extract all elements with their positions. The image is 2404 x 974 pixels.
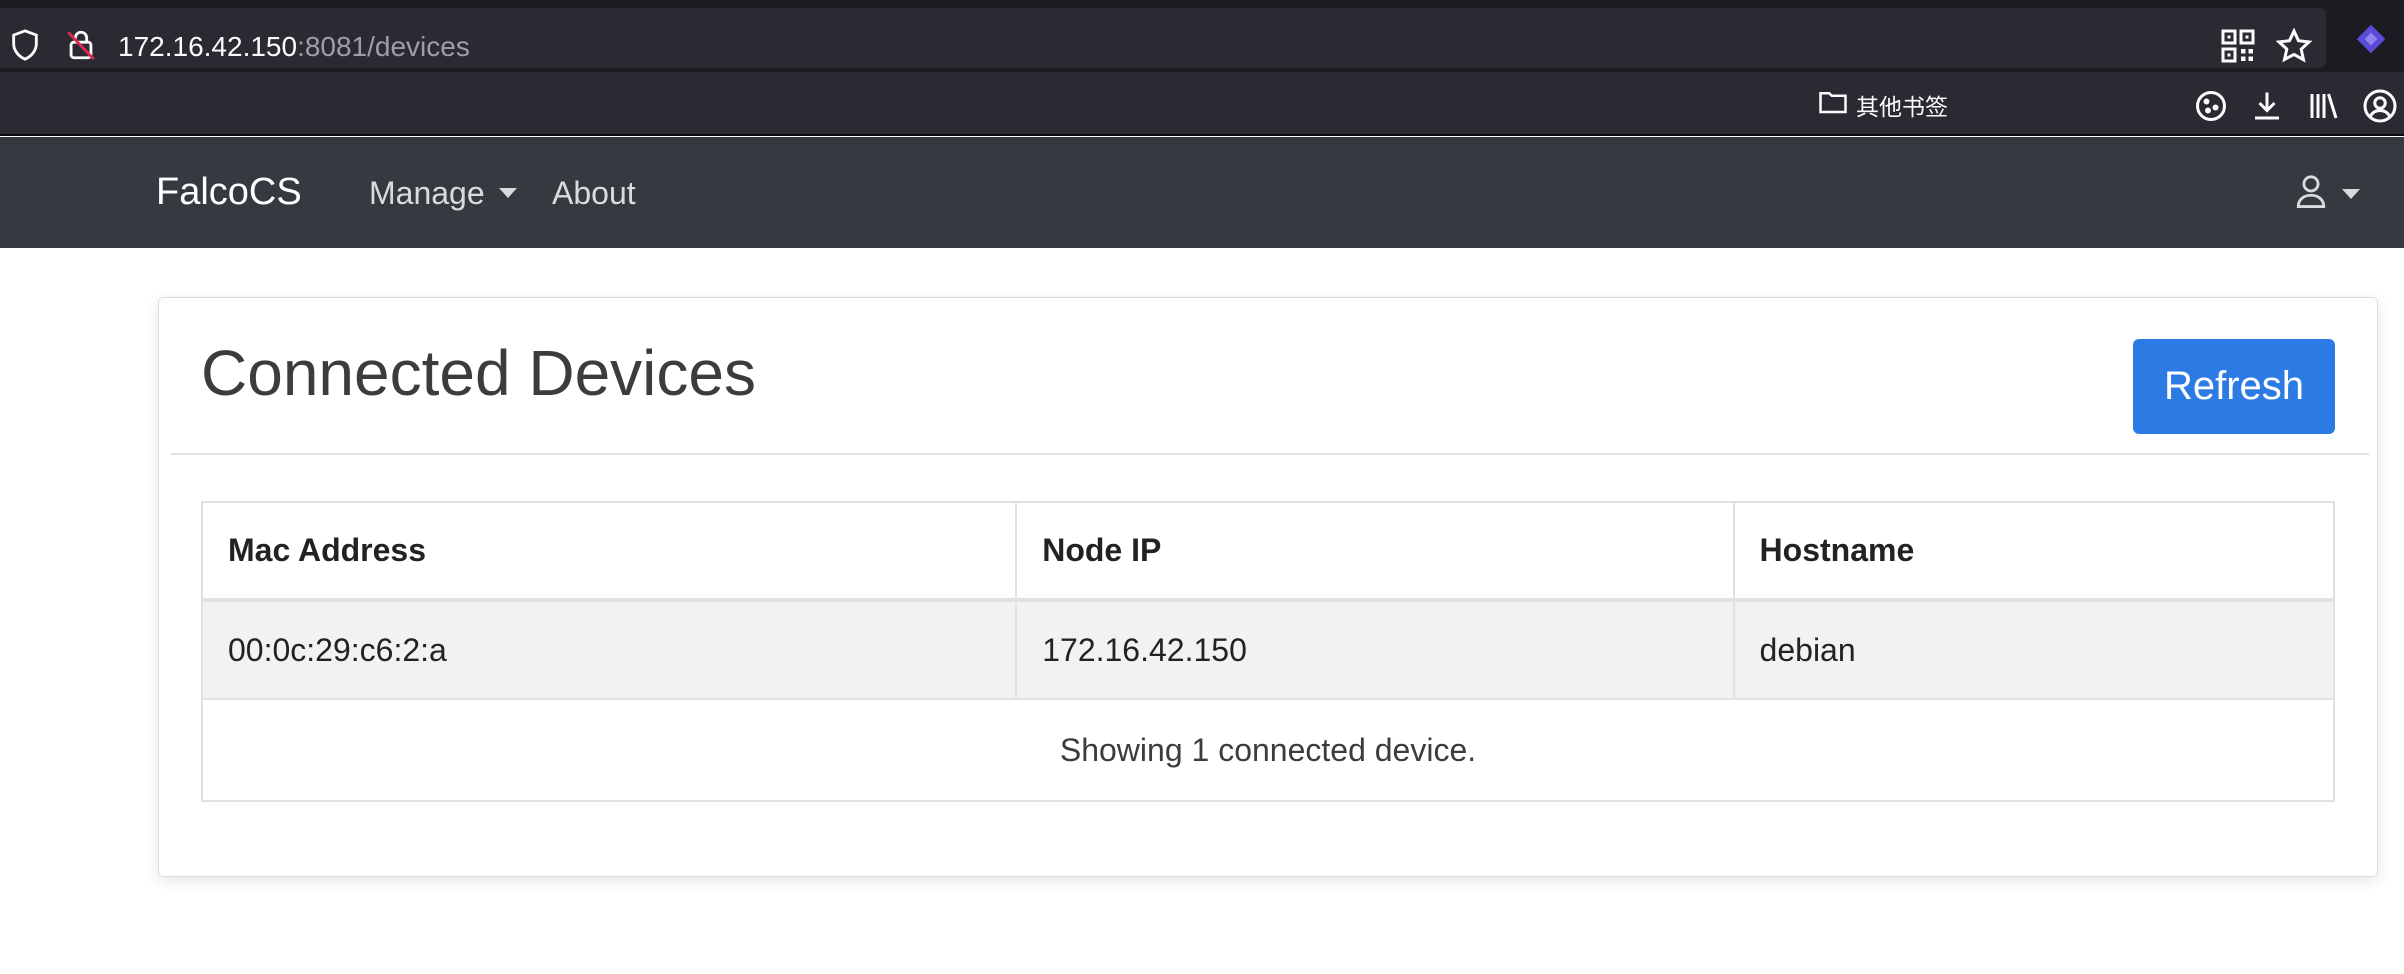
url-text[interactable]: 172.16.42.150:8081/devices <box>118 30 470 64</box>
nav-about-label: About <box>552 175 636 211</box>
bookmark-folder-label: 其他书签 <box>1856 94 1948 120</box>
navbar-brand[interactable]: FalcoCS <box>156 170 302 214</box>
cookie-icon[interactable] <box>2193 88 2229 124</box>
insecure-lock-icon[interactable] <box>64 28 98 62</box>
table-header-row: Mac Address Node IP Hostname <box>200 501 2336 602</box>
table-row[interactable]: 00:0c:29:c6:2:a 172.16.42.150 debian <box>200 599 2336 700</box>
shield-icon[interactable] <box>8 28 42 62</box>
bookmark-star-icon[interactable] <box>2275 27 2313 64</box>
bookmark-folder-other[interactable]: 其他书签 <box>1818 90 1948 120</box>
cell-mac-address: 00:0c:29:c6:2:a <box>200 599 1018 700</box>
column-header-hostname[interactable]: Hostname <box>1732 501 2336 602</box>
column-header-mac[interactable]: Mac Address <box>200 501 1018 602</box>
devices-table: Mac Address Node IP Hostname 00:0c:29:c6… <box>200 501 2336 802</box>
chevron-down-icon <box>2342 188 2360 199</box>
refresh-button[interactable]: Refresh <box>2133 339 2335 434</box>
user-icon <box>2294 171 2328 216</box>
user-menu-dropdown[interactable] <box>2294 171 2360 216</box>
devices-card: Connected Devices Refresh Mac Address No… <box>158 297 2378 877</box>
column-header-node-ip[interactable]: Node IP <box>1015 501 1735 602</box>
cell-node-ip: 172.16.42.150 <box>1015 599 1735 700</box>
card-header-divider <box>171 453 2369 455</box>
app-navbar: FalcoCS Manage About <box>0 137 2404 248</box>
nav-about-link[interactable]: About <box>552 173 636 213</box>
nav-manage-dropdown[interactable]: Manage <box>369 173 517 213</box>
url-host: 172.16.42.150 <box>118 31 298 62</box>
page-title: Connected Devices <box>201 337 756 409</box>
cell-hostname: debian <box>1732 599 2336 700</box>
account-icon[interactable] <box>2362 88 2398 124</box>
url-path: :8081/devices <box>297 31 470 62</box>
chevron-down-icon <box>498 188 517 198</box>
table-footer-row: Showing 1 connected device. <box>201 698 2335 802</box>
folder-icon <box>1818 89 1848 121</box>
browser-toolbar: 172.16.42.150:8081/devices <box>0 0 2404 72</box>
extension-icon[interactable] <box>2352 20 2390 58</box>
device-count-summary: Showing 1 connected device. <box>201 698 2335 802</box>
url-bar[interactable]: 172.16.42.150:8081/devices <box>0 8 2326 68</box>
download-icon[interactable] <box>2249 88 2285 124</box>
nav-manage-label: Manage <box>369 175 485 211</box>
qr-code-icon[interactable] <box>2220 28 2256 64</box>
library-icon[interactable] <box>2306 88 2342 124</box>
bookmarks-toolbar: 其他书签 <box>0 72 2404 136</box>
